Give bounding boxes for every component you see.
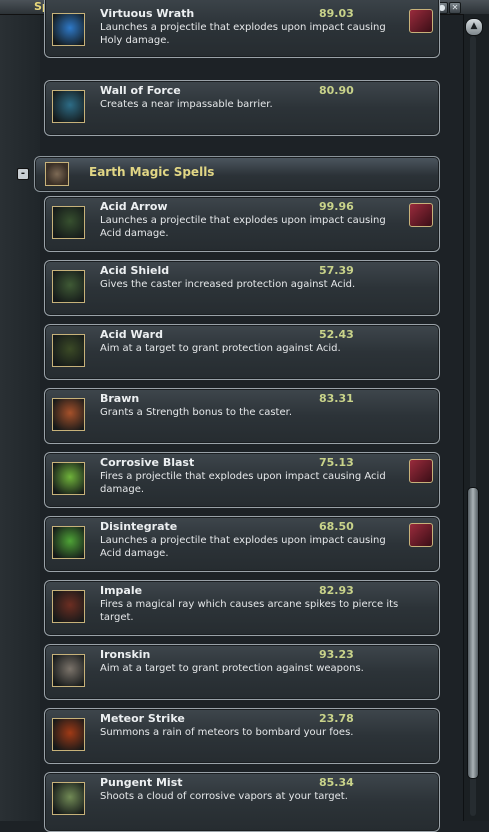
acid-ward-icon[interactable]: [52, 334, 85, 367]
ironskin-hand-icon[interactable]: [52, 654, 85, 687]
spell-skill-value: 68.50: [319, 520, 354, 533]
spell-description: Shoots a cloud of corrosive vapors at yo…: [100, 791, 348, 802]
spell-row[interactable]: Acid Ward 52.43 Aim at a target to grant p…: [44, 324, 440, 380]
spell-description: Launches a projectile that explodes upon…: [100, 215, 386, 239]
wand-equip-icon[interactable]: [409, 459, 433, 483]
earth-magic-icon: [45, 162, 69, 186]
background-window: [0, 14, 40, 821]
spell-skill-value: 83.31: [319, 392, 354, 405]
spell-name: Impale: [100, 584, 143, 597]
spell-description: Creates a near impassable barrier.: [100, 99, 273, 110]
wand-equip-icon[interactable]: [409, 523, 433, 547]
spell-description: Aim at a target to grant protection agai…: [100, 343, 341, 354]
spell-skill-value: 57.39: [319, 264, 354, 277]
spell-name: Corrosive Blast: [100, 456, 195, 469]
spell-row[interactable]: Corrosive Blast 75.13 Fires a projectile t…: [44, 452, 440, 508]
scroll-thumb[interactable]: [467, 487, 479, 779]
mist-cloud-icon[interactable]: [52, 782, 85, 815]
spell-description: Fires a magical ray which causes arcane …: [100, 599, 399, 623]
group-label: Earth Magic Spells: [89, 165, 215, 179]
spell-name: Acid Ward: [100, 328, 163, 341]
spell-description: Launches a projectile that explodes upon…: [100, 22, 386, 46]
spell-name: Wall of Force: [100, 84, 181, 97]
spell-description: Gives the caster increased protection ag…: [100, 279, 356, 290]
spell-row[interactable]: Acid Arrow 99.96 Launches a projectile tha…: [44, 196, 440, 252]
spell-row[interactable]: Impale 82.93 Fires a magical ray which cau…: [44, 580, 440, 636]
impale-spike-icon[interactable]: [52, 590, 85, 623]
spell-description: Fires a projectile that explodes upon im…: [100, 471, 386, 495]
spell-skill-value: 99.96: [319, 200, 354, 213]
acid-arrow-icon[interactable]: [52, 206, 85, 239]
corrosive-blast-icon[interactable]: [52, 462, 85, 495]
spell-group-header[interactable]: Earth Magic Spells: [34, 156, 440, 192]
spell-skill-value: 89.03: [319, 7, 354, 20]
spell-skill-value: 93.23: [319, 648, 354, 661]
meteor-icon[interactable]: [52, 718, 85, 751]
spell-name: Meteor Strike: [100, 712, 185, 725]
spell-row[interactable]: Acid Shield 57.39 Gives the caster increas…: [44, 260, 440, 316]
spell-name: Disintegrate: [100, 520, 178, 533]
wand-equip-icon[interactable]: [409, 9, 433, 33]
spell-skill-value: 85.34: [319, 776, 354, 789]
disintegrate-icon[interactable]: [52, 526, 85, 559]
spell-description: Aim at a target to grant protection agai…: [100, 663, 364, 674]
spell-skill-value: 23.78: [319, 712, 354, 725]
spell-skill-value: 52.43: [319, 328, 354, 341]
spell-row[interactable]: Wall of Force 80.90 Creates a near impassa…: [44, 80, 440, 136]
wand-equip-icon[interactable]: [409, 203, 433, 227]
spell-skill-value: 82.93: [319, 584, 354, 597]
spell-skill-value: 80.90: [319, 84, 354, 97]
spell-name: Brawn: [100, 392, 140, 405]
spell-description: Summons a rain of meteors to bombard you…: [100, 727, 354, 738]
spell-row[interactable]: Disintegrate 68.50 Launches a projectile t…: [44, 516, 440, 572]
strength-arm-icon[interactable]: [52, 398, 85, 431]
spell-skill-value: 75.13: [319, 456, 354, 469]
spell-row[interactable]: Virtuous Wrath 89.03 Launches a projectile…: [44, 0, 440, 58]
spell-row[interactable]: Brawn 83.31 Grants a Strength bonus to the…: [44, 388, 440, 444]
acid-shield-icon[interactable]: [52, 270, 85, 303]
spell-description: Launches a projectile that explodes upon…: [100, 535, 386, 559]
spell-row[interactable]: Ironskin 93.23 Aim at a target to grant pr…: [44, 644, 440, 700]
barrier-icon[interactable]: [52, 90, 85, 123]
spell-row[interactable]: Pungent Mist 85.34 Shoots a cloud of corro…: [44, 772, 440, 832]
spell-description: Grants a Strength bonus to the caster.: [100, 407, 292, 418]
holy-burst-icon[interactable]: [52, 13, 85, 46]
spell-name: Acid Arrow: [100, 200, 168, 213]
spell-row[interactable]: Meteor Strike 23.78 Summons a rain of mete…: [44, 708, 440, 764]
close-icon[interactable]: ✕: [449, 2, 461, 14]
spell-name: Ironskin: [100, 648, 151, 661]
spell-name: Virtuous Wrath: [100, 7, 195, 20]
spell-name: Pungent Mist: [100, 776, 183, 789]
spell-name: Acid Shield: [100, 264, 170, 277]
scroll-up-arrow-icon[interactable]: ▲: [465, 18, 483, 36]
collapse-group-button[interactable]: -: [17, 168, 29, 180]
